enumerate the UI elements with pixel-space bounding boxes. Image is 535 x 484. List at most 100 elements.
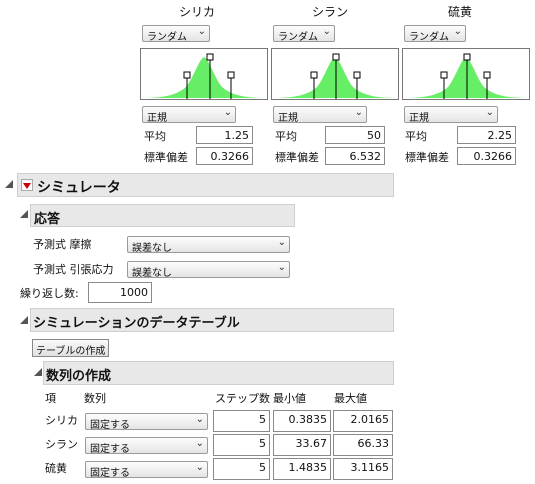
low-handle xyxy=(183,71,191,79)
mean-handle xyxy=(206,53,214,61)
replications-label: 繰り返し数: xyxy=(20,287,79,300)
col-header-steps: ステップ数 xyxy=(215,392,270,405)
response-noise-dropdown[interactable]: 誤差なし ⌄ xyxy=(127,236,290,253)
steps-field[interactable]: 5 xyxy=(213,458,270,480)
replications-field[interactable]: 1000 xyxy=(88,282,152,303)
mean-handle xyxy=(332,53,340,61)
sequence-mode-value: 固定する xyxy=(90,444,130,454)
response-noise-value: 誤差なし xyxy=(132,243,172,253)
simulator-header[interactable]: シミュレータ xyxy=(17,173,394,197)
mean-field[interactable]: 50 xyxy=(325,126,385,144)
mean-field[interactable]: 1.25 xyxy=(196,126,253,144)
distribution-plot[interactable] xyxy=(140,48,268,100)
dist-type-value: ランダム xyxy=(147,32,187,42)
steps-field[interactable]: 5 xyxy=(213,434,270,456)
max-field[interactable]: 2.0165 xyxy=(333,410,393,432)
max-field[interactable]: 3.1165 xyxy=(333,458,393,480)
response-label: 予測式 引張応力 xyxy=(33,263,114,276)
mean-label: 平均 xyxy=(275,130,297,143)
response-noise-dropdown[interactable]: 誤差なし ⌄ xyxy=(127,261,290,278)
sd-label: 標準偏差 xyxy=(144,151,188,164)
dist-type-value: ランダム xyxy=(278,32,318,42)
row-item-label: シリカ xyxy=(45,414,78,427)
distribution-plot[interactable] xyxy=(271,48,399,100)
distribution-dropdown[interactable]: 正規 ⌄ xyxy=(142,106,236,123)
response-header[interactable]: 応答 xyxy=(30,204,295,227)
density-curve-chart xyxy=(403,53,529,99)
response-title: 応答 xyxy=(34,212,61,227)
sequence-mode-value: 固定する xyxy=(90,468,130,478)
datatable-title: シミュレーションのデータテーブル xyxy=(33,316,240,331)
dist-type-value: ランダム xyxy=(409,32,449,42)
disclosure-triangle-icon[interactable] xyxy=(19,209,29,222)
datatable-header[interactable]: シミュレーションのデータテーブル xyxy=(30,308,394,332)
density-curve-chart xyxy=(141,53,267,99)
col-header-sequence: 数列 xyxy=(84,392,106,405)
sequence-mode-value: 固定する xyxy=(90,420,130,430)
high-handle xyxy=(227,71,235,79)
make-table-button[interactable]: テーブルの作成 xyxy=(32,339,110,357)
dist-type-dropdown[interactable]: ランダム ⌄ xyxy=(273,25,335,42)
disclosure-triangle-icon[interactable] xyxy=(19,315,29,328)
chevron-down-icon: ⌄ xyxy=(195,438,204,449)
factor-name: シリカ xyxy=(178,5,215,19)
chevron-down-icon: ⌄ xyxy=(322,26,331,37)
chevron-down-icon: ⌄ xyxy=(277,237,286,248)
min-field[interactable]: 33.67 xyxy=(273,434,331,456)
sd-field[interactable]: 6.532 xyxy=(325,147,385,165)
chevron-down-icon: ⌄ xyxy=(195,414,204,425)
distribution-plot[interactable] xyxy=(402,48,530,100)
sequence-mode-dropdown[interactable]: 固定する ⌄ xyxy=(85,413,208,430)
sd-field[interactable]: 0.3266 xyxy=(457,147,516,165)
chevron-down-icon: ⌄ xyxy=(485,107,494,118)
row-item-label: 硫黄 xyxy=(45,462,67,475)
low-handle xyxy=(440,71,448,79)
density-curve-chart xyxy=(272,53,398,99)
disclosure-triangle-icon[interactable] xyxy=(33,367,43,380)
high-handle xyxy=(353,71,361,79)
simulator-title: シミュレータ xyxy=(37,180,121,196)
col-header-min: 最小値 xyxy=(273,392,306,405)
sequence-mode-dropdown[interactable]: 固定する ⌄ xyxy=(85,461,208,478)
min-field[interactable]: 1.4835 xyxy=(273,458,331,480)
disclosure-triangle-icon[interactable] xyxy=(4,179,14,192)
col-header-item: 項 xyxy=(45,392,56,405)
sequence-header[interactable]: 数列の作成 xyxy=(43,361,394,385)
density-curve xyxy=(403,57,529,98)
dist-type-dropdown[interactable]: ランダム ⌄ xyxy=(142,25,210,42)
distribution-value: 正規 xyxy=(278,113,298,123)
mean-handle xyxy=(463,53,471,61)
dist-type-dropdown[interactable]: ランダム ⌄ xyxy=(404,25,466,42)
distribution-dropdown[interactable]: 正規 ⌄ xyxy=(273,106,367,123)
chevron-down-icon: ⌄ xyxy=(197,26,206,37)
sd-label: 標準偏差 xyxy=(275,151,319,164)
chevron-down-icon: ⌄ xyxy=(354,107,363,118)
sd-field[interactable]: 0.3266 xyxy=(196,147,253,165)
chevron-down-icon: ⌄ xyxy=(195,462,204,473)
col-header-max: 最大値 xyxy=(334,392,367,405)
row-item-label: シラン xyxy=(45,438,78,451)
sequence-title: 数列の作成 xyxy=(46,369,112,384)
mean-field[interactable]: 2.25 xyxy=(457,126,516,144)
sd-label: 標準偏差 xyxy=(405,151,449,164)
distribution-value: 正規 xyxy=(409,113,429,123)
distribution-dropdown[interactable]: 正規 ⌄ xyxy=(404,106,498,123)
sequence-mode-dropdown[interactable]: 固定する ⌄ xyxy=(85,437,208,454)
mean-label: 平均 xyxy=(405,130,427,143)
factor-name: 硫黄 xyxy=(447,5,472,19)
factor-name: シラン xyxy=(311,5,348,19)
low-handle xyxy=(310,71,318,79)
response-noise-value: 誤差なし xyxy=(132,268,172,278)
distribution-value: 正規 xyxy=(147,113,167,123)
max-field[interactable]: 66.33 xyxy=(333,434,393,456)
red-triangle-menu-icon[interactable] xyxy=(21,179,33,191)
min-field[interactable]: 0.3835 xyxy=(273,410,331,432)
density-curve xyxy=(272,57,398,98)
chevron-down-icon: ⌄ xyxy=(223,107,232,118)
high-handle xyxy=(483,71,491,79)
steps-field[interactable]: 5 xyxy=(213,410,270,432)
chevron-down-icon: ⌄ xyxy=(453,26,462,37)
response-label: 予測式 摩擦 xyxy=(33,238,92,251)
density-curve xyxy=(141,57,267,98)
chevron-down-icon: ⌄ xyxy=(277,262,286,273)
